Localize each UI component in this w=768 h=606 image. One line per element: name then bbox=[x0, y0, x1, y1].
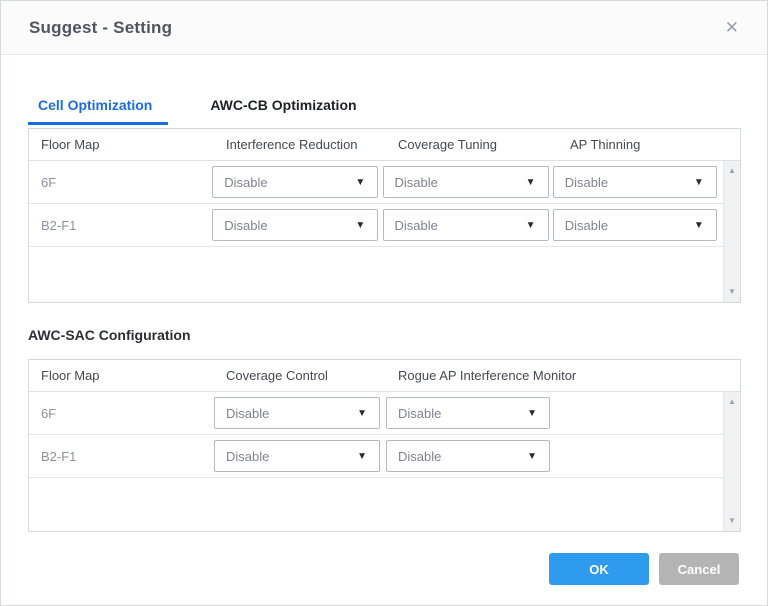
ap-thinning-select[interactable]: Disable ▼ bbox=[553, 166, 717, 198]
rogue-ap-interference-monitor-select[interactable]: Disable ▼ bbox=[386, 397, 550, 429]
ok-button[interactable]: OK bbox=[549, 553, 649, 585]
select-value: Disable bbox=[226, 406, 269, 421]
interference-reduction-select[interactable]: Disable ▼ bbox=[212, 166, 378, 198]
column-header-rogue-ap-interference-monitor: Rogue AP Interference Monitor bbox=[386, 368, 740, 383]
dialog-footer: OK Cancel bbox=[1, 553, 767, 585]
vertical-scrollbar[interactable]: ▲ ▼ bbox=[723, 161, 740, 302]
tab-bar: Cell Optimization AWC-CB Optimization bbox=[28, 97, 739, 125]
scroll-up-icon[interactable]: ▲ bbox=[724, 395, 740, 409]
floor-map-label: 6F bbox=[29, 175, 212, 190]
dropdown-arrow-icon: ▼ bbox=[526, 177, 536, 188]
floor-map-label: B2-F1 bbox=[29, 218, 212, 233]
awc-sac-configuration-table: Floor Map Coverage Control Rogue AP Inte… bbox=[28, 359, 741, 532]
floor-map-label: 6F bbox=[29, 406, 214, 421]
dialog-body: Cell Optimization AWC-CB Optimization Fl… bbox=[1, 97, 767, 532]
table-row: B2-F1 Disable ▼ Disable ▼ bbox=[29, 435, 723, 478]
scroll-down-icon[interactable]: ▼ bbox=[724, 285, 740, 299]
column-header-coverage-tuning: Coverage Tuning bbox=[386, 137, 558, 152]
dropdown-arrow-icon: ▼ bbox=[355, 177, 365, 188]
coverage-control-select[interactable]: Disable ▼ bbox=[214, 397, 380, 429]
awc-sac-configuration-heading: AWC-SAC Configuration bbox=[28, 327, 739, 343]
column-header-floor-map: Floor Map bbox=[29, 137, 214, 152]
dropdown-arrow-icon: ▼ bbox=[526, 220, 536, 231]
ap-thinning-select[interactable]: Disable ▼ bbox=[553, 209, 717, 241]
column-header-coverage-control: Coverage Control bbox=[214, 368, 386, 383]
table-header-row: Floor Map Coverage Control Rogue AP Inte… bbox=[29, 360, 740, 392]
select-value: Disable bbox=[398, 406, 441, 421]
dropdown-arrow-icon: ▼ bbox=[357, 408, 367, 419]
coverage-control-select[interactable]: Disable ▼ bbox=[214, 440, 380, 472]
dropdown-arrow-icon: ▼ bbox=[694, 220, 704, 231]
rogue-ap-interference-monitor-select[interactable]: Disable ▼ bbox=[386, 440, 550, 472]
dropdown-arrow-icon: ▼ bbox=[357, 451, 367, 462]
tab-awc-cb-optimization[interactable]: AWC-CB Optimization bbox=[200, 97, 372, 125]
dropdown-arrow-icon: ▼ bbox=[527, 408, 537, 419]
dropdown-arrow-icon: ▼ bbox=[355, 220, 365, 231]
interference-reduction-select[interactable]: Disable ▼ bbox=[212, 209, 378, 241]
select-value: Disable bbox=[398, 449, 441, 464]
dialog-title: Suggest - Setting bbox=[29, 18, 172, 38]
column-header-ap-thinning: AP Thinning bbox=[558, 137, 740, 152]
select-value: Disable bbox=[565, 175, 608, 190]
select-value: Disable bbox=[565, 218, 608, 233]
column-header-floor-map: Floor Map bbox=[29, 368, 214, 383]
table-body: 6F Disable ▼ Disable ▼ bbox=[29, 392, 740, 531]
select-value: Disable bbox=[224, 218, 267, 233]
vertical-scrollbar[interactable]: ▲ ▼ bbox=[723, 392, 740, 531]
cell-optimization-table: Floor Map Interference Reduction Coverag… bbox=[28, 128, 741, 303]
dropdown-arrow-icon: ▼ bbox=[527, 451, 537, 462]
coverage-tuning-select[interactable]: Disable ▼ bbox=[383, 209, 549, 241]
scroll-up-icon[interactable]: ▲ bbox=[724, 164, 740, 178]
dialog-header: Suggest - Setting ✕ bbox=[1, 1, 767, 55]
cancel-button[interactable]: Cancel bbox=[659, 553, 739, 585]
close-icon[interactable]: ✕ bbox=[725, 19, 739, 36]
select-value: Disable bbox=[395, 175, 438, 190]
table-row: 6F Disable ▼ Disable ▼ bbox=[29, 392, 723, 435]
tab-cell-optimization[interactable]: Cell Optimization bbox=[28, 97, 168, 125]
table-row: 6F Disable ▼ Disable ▼ bbox=[29, 161, 723, 204]
column-header-interference-reduction: Interference Reduction bbox=[214, 137, 386, 152]
select-value: Disable bbox=[224, 175, 267, 190]
suggest-setting-dialog: Suggest - Setting ✕ Cell Optimization AW… bbox=[0, 0, 768, 606]
select-value: Disable bbox=[395, 218, 438, 233]
scroll-down-icon[interactable]: ▼ bbox=[724, 514, 740, 528]
coverage-tuning-select[interactable]: Disable ▼ bbox=[383, 166, 549, 198]
floor-map-label: B2-F1 bbox=[29, 449, 214, 464]
table-row: B2-F1 Disable ▼ Disable ▼ bbox=[29, 204, 723, 247]
table-header-row: Floor Map Interference Reduction Coverag… bbox=[29, 129, 740, 161]
table-body: 6F Disable ▼ Disable ▼ bbox=[29, 161, 740, 302]
dropdown-arrow-icon: ▼ bbox=[694, 177, 704, 188]
select-value: Disable bbox=[226, 449, 269, 464]
